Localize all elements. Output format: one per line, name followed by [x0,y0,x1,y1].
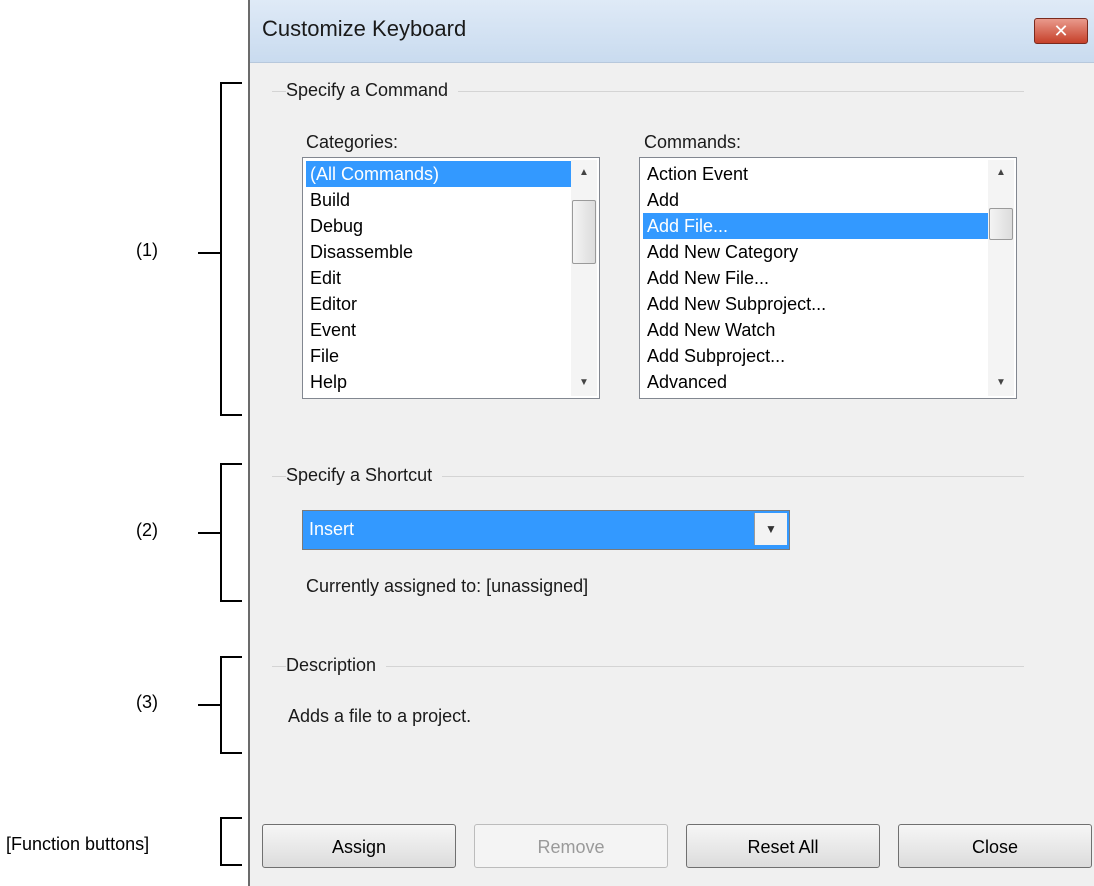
specify-command-group-title: Specify a Command [286,80,459,101]
description-group-title: Description [286,655,387,676]
command-list-item[interactable]: Add New File... [643,265,988,291]
command-list-item[interactable]: Action Event [643,161,988,187]
command-list-item[interactable]: Add New Category [643,239,988,265]
command-list-item[interactable]: Add File... [643,213,988,239]
command-list-item[interactable]: Add New Watch [643,317,988,343]
shortcut-combobox[interactable]: Insert ▼ [302,510,790,550]
command-list-item[interactable]: Add [643,187,988,213]
category-list-item[interactable]: (All Commands) [306,161,571,187]
category-list-item[interactable]: File [306,343,571,369]
command-list-item[interactable]: Add New Subproject... [643,291,988,317]
specify-shortcut-group-title: Specify a Shortcut [286,465,443,486]
annotation-1-dash [198,252,220,254]
assign-button[interactable]: Assign [262,824,456,868]
annotation-3-label: (3) [136,692,158,712]
commands-list: Action Event Add Add File... Add New Catego… [643,161,988,395]
categories-scroll-thumb[interactable] [572,200,596,264]
categories-listbox[interactable]: (All Commands) Build Debug Disassemble Edit E… [302,157,600,399]
shortcut-value: Insert [309,519,355,539]
category-list-item[interactable]: Event [306,317,571,343]
annotation-2-dash [198,532,220,534]
categories-label: Categories: [306,132,399,152]
currently-assigned-text: Currently assigned to: [unassigned] [306,576,589,596]
annotation-2-label: (2) [136,520,158,540]
annotation-1-label: (1) [136,240,158,260]
scroll-up-icon[interactable]: ▲ [988,160,1014,186]
commands-scroll-thumb[interactable] [989,208,1013,240]
category-list-item[interactable]: Help [306,369,571,395]
categories-scrollbar[interactable]: ▲ ▼ [571,160,597,396]
categories-list: (All Commands) Build Debug Disassemble Edit E… [306,161,571,395]
commands-scrollbar[interactable]: ▲ ▼ [988,160,1014,396]
close-button[interactable]: Close [898,824,1092,868]
annotation-1-bracket [220,82,242,416]
category-list-item[interactable]: Edit [306,265,571,291]
commands-listbox[interactable]: Action Event Add Add File... Add New Catego… [639,157,1017,399]
scroll-up-icon[interactable]: ▲ [571,160,597,186]
scroll-down-icon[interactable]: ▼ [571,370,597,396]
description-text: Adds a file to a project. [288,706,472,726]
remove-button[interactable]: Remove [474,824,668,868]
category-list-item[interactable]: Disassemble [306,239,571,265]
title-bar: Customize Keyboard ✕ [250,0,1094,63]
annotation-3-bracket [220,656,242,754]
close-window-button[interactable]: ✕ [1034,18,1088,44]
reset-all-button[interactable]: Reset All [686,824,880,868]
customize-keyboard-dialog: Customize Keyboard ✕ Specify a Command C… [248,0,1094,886]
category-list-item[interactable]: Build [306,187,571,213]
annotation-function-buttons-label: [Function buttons] [6,834,150,854]
annotation-function-buttons-bracket [220,817,242,866]
commands-label: Commands: [644,132,742,152]
chevron-down-icon[interactable]: ▼ [754,513,787,545]
annotation-3-dash [198,704,220,706]
scroll-down-icon[interactable]: ▼ [988,370,1014,396]
close-icon: ✕ [1053,21,1069,41]
annotation-2-bracket [220,463,242,602]
dialog-title: Customize Keyboard [262,16,467,41]
command-list-item[interactable]: Add Subproject... [643,343,988,369]
category-list-item[interactable]: Editor [306,291,571,317]
category-list-item[interactable]: Debug [306,213,571,239]
command-list-item[interactable]: Advanced [643,369,988,395]
